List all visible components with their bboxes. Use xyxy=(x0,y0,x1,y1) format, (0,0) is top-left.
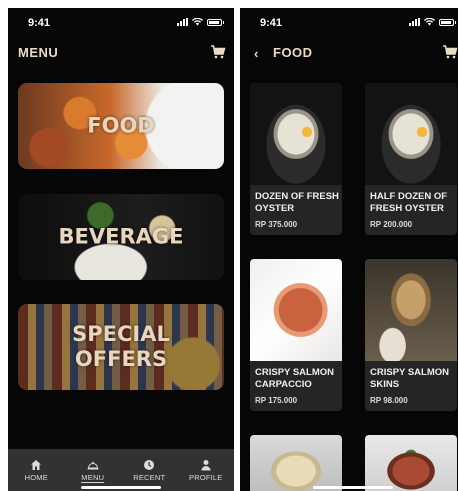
recent-icon xyxy=(144,459,155,470)
signal-icon xyxy=(177,18,188,26)
product-image xyxy=(365,259,457,361)
battery-icon xyxy=(439,18,456,26)
status-time: 9:41 xyxy=(260,17,283,29)
tab-label: HOME xyxy=(24,472,48,482)
product-name: DOZEN OF FRESH OYSTER xyxy=(255,191,339,214)
home-indicator xyxy=(81,486,161,489)
product-card[interactable]: CRISPY SALMON CARPACCIO RP 175.000 xyxy=(250,259,342,411)
category-card-special-offers[interactable]: SPECIAL OFFERS xyxy=(18,304,224,390)
product-image xyxy=(365,83,457,185)
menu-cloche-icon xyxy=(87,461,99,469)
tab-label: PROFILE xyxy=(189,472,223,482)
status-icons xyxy=(409,18,456,26)
category-label: SPECIAL OFFERS xyxy=(72,322,170,371)
page-title: MENU xyxy=(18,45,59,60)
status-time: 9:41 xyxy=(28,17,51,29)
tab-home[interactable]: HOME xyxy=(11,459,61,482)
category-card-food[interactable]: FOOD xyxy=(18,83,224,169)
product-name: CRISPY SALMON CARPACCIO xyxy=(255,367,335,390)
product-price: RP 175.000 xyxy=(255,396,298,405)
product-card[interactable] xyxy=(365,435,457,491)
product-name: CRISPY SALMON SKINS xyxy=(370,367,450,390)
signal-icon xyxy=(409,18,420,26)
product-price: RP 98.000 xyxy=(370,396,408,405)
status-icons xyxy=(177,18,224,26)
back-chevron-icon[interactable]: ‹ xyxy=(254,46,258,61)
category-label: FOOD xyxy=(87,113,155,138)
product-price: RP 200.000 xyxy=(370,220,413,229)
status-bar: 9:41 xyxy=(8,8,234,38)
product-image xyxy=(250,83,342,185)
cart-icon[interactable] xyxy=(442,44,458,60)
tab-profile[interactable]: PROFILE xyxy=(181,459,231,482)
tab-bar: HOME MENU RECENT PROFILE xyxy=(8,449,234,491)
profile-icon xyxy=(201,459,211,470)
product-image xyxy=(250,435,342,491)
cart-icon[interactable] xyxy=(210,44,226,60)
product-card[interactable] xyxy=(250,435,342,491)
home-icon xyxy=(31,459,42,470)
tab-recent[interactable]: RECENT xyxy=(124,459,174,482)
category-label: BEVERAGE xyxy=(58,224,184,249)
product-card[interactable]: HALF DOZEN OF FRESH OYSTER RP 200.000 xyxy=(365,83,457,235)
wifi-icon xyxy=(192,18,203,26)
category-card-beverage[interactable]: BEVERAGE xyxy=(18,194,224,280)
food-screen: 9:41 ‹ FOOD DOZEN OF FRESH OYSTER RP 375… xyxy=(240,8,458,491)
product-name: HALF DOZEN OF FRESH OYSTER xyxy=(370,191,448,214)
menu-screen: 9:41 MENU FOOD BEVERAGE SPECIAL OFFERS H… xyxy=(8,8,234,491)
product-card[interactable]: DOZEN OF FRESH OYSTER RP 375.000 xyxy=(250,83,342,235)
product-image xyxy=(365,435,457,491)
tab-label: RECENT xyxy=(133,472,166,482)
product-card[interactable]: CRISPY SALMON SKINS RP 98.000 xyxy=(365,259,457,411)
page-title: FOOD xyxy=(273,45,313,60)
product-image xyxy=(250,259,342,361)
tab-menu[interactable]: MENU xyxy=(68,459,118,482)
tab-label: MENU xyxy=(81,472,105,482)
product-price: RP 375.000 xyxy=(255,220,298,229)
status-bar: 9:41 xyxy=(240,8,458,38)
battery-icon xyxy=(207,18,224,26)
wifi-icon xyxy=(424,18,435,26)
home-indicator xyxy=(313,486,393,489)
